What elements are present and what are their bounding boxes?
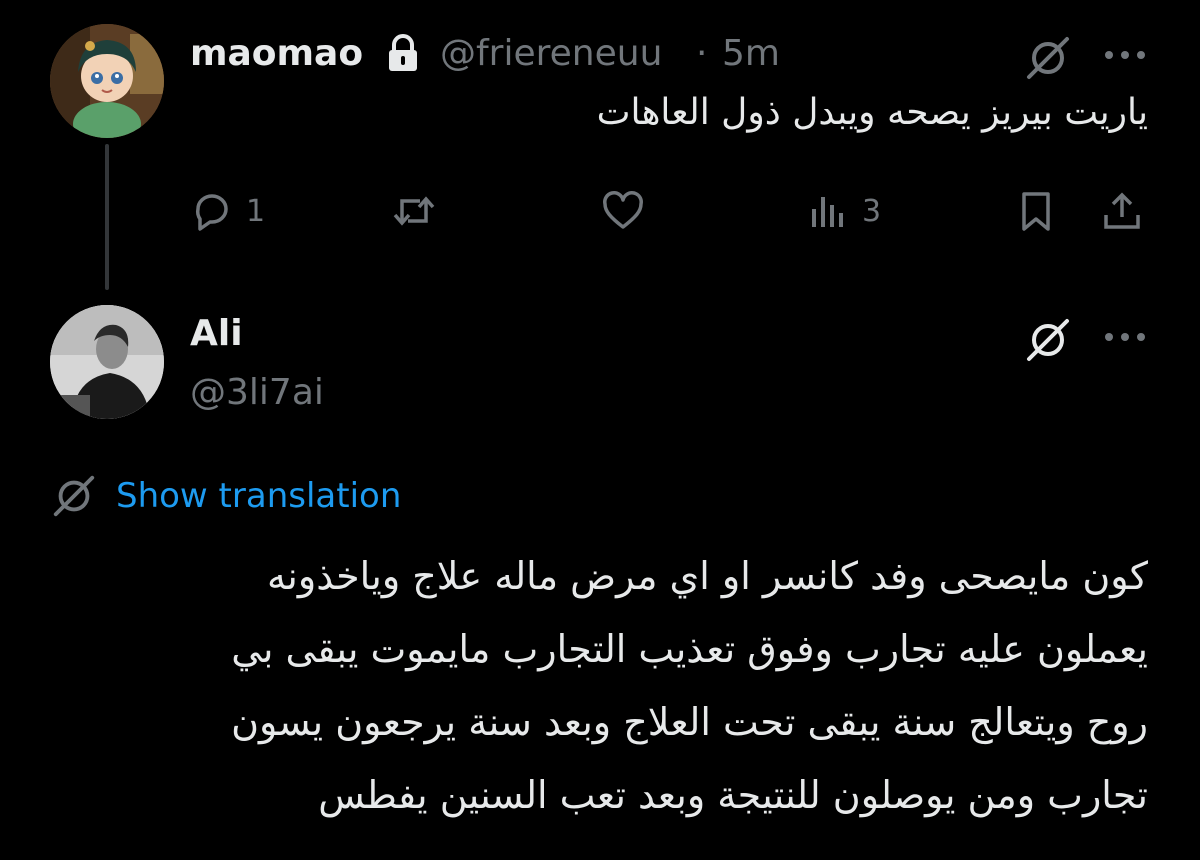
views-button[interactable]: 3: [806, 183, 881, 239]
tweet-body-line: يعملون عليه تجارب وفوق تعذيب التجارب ماي…: [231, 627, 1148, 671]
tweet-body-line: روح ويتعالج سنة يبقى تحت العلاج وبعد سنة…: [231, 700, 1148, 744]
grok-icon[interactable]: [1018, 313, 1078, 367]
grok-icon[interactable]: [1018, 31, 1078, 85]
tweet-body: كون مايصحى وفد كانسر او اي مرض ماله علاج…: [48, 540, 1148, 832]
separator-dot: ·: [696, 33, 708, 74]
tweet-text: ياريت بيريز يصحه ويبدل ذول العاهات: [596, 92, 1148, 133]
bookmark-button[interactable]: [1016, 183, 1056, 239]
views-count: 3: [862, 193, 882, 229]
show-translation-link[interactable]: Show translation: [50, 472, 401, 520]
user-handle[interactable]: @friereneuu: [440, 33, 662, 74]
lock-icon: [384, 33, 422, 77]
show-translation-label: Show translation: [116, 476, 402, 516]
tweet-body-line: كون مايصحى وفد كانسر او اي مرض ماله علاج…: [266, 554, 1148, 598]
avatar-maomao[interactable]: [50, 24, 164, 138]
display-name[interactable]: Ali: [190, 313, 243, 354]
timestamp[interactable]: 5m: [722, 33, 780, 74]
like-icon: [603, 191, 643, 229]
reply-button[interactable]: 1: [190, 183, 265, 239]
retweet-icon: [393, 196, 435, 226]
display-name[interactable]: maomao: [190, 33, 363, 74]
more-icon[interactable]: [1100, 322, 1150, 352]
tweet-actions: 1 3: [190, 183, 1150, 239]
like-button[interactable]: [600, 183, 646, 239]
translate-icon: [53, 475, 95, 517]
more-icon[interactable]: [1100, 40, 1150, 70]
thread-line: [105, 144, 109, 290]
reply-icon: [195, 194, 228, 231]
reply-count: 1: [246, 193, 266, 229]
avatar-ali[interactable]: [50, 305, 164, 419]
bookmark-icon: [1022, 192, 1050, 231]
retweet-button[interactable]: [390, 183, 438, 239]
share-button[interactable]: [1100, 183, 1144, 239]
share-icon: [1104, 192, 1140, 229]
views-icon: [812, 197, 843, 227]
user-handle[interactable]: @3li7ai: [190, 372, 324, 413]
tweet-body-line: تجارب ومن يوصلون للنتيجة وبعد تعب السنين…: [318, 773, 1148, 817]
